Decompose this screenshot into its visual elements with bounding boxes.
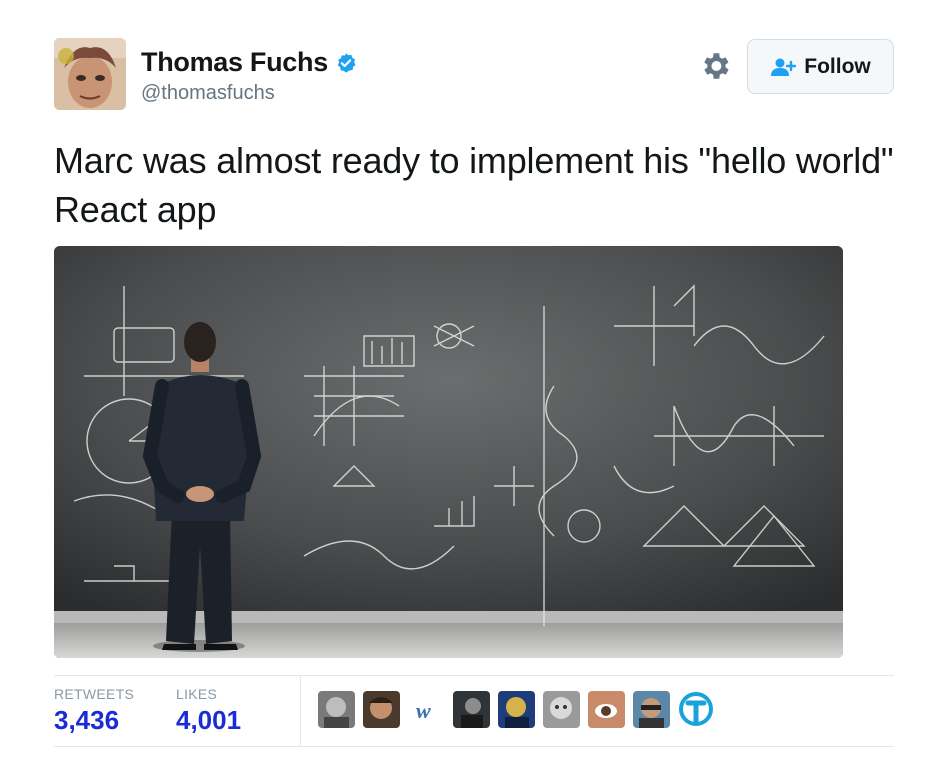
liker-avatar[interactable] bbox=[678, 690, 715, 728]
author-avatar[interactable] bbox=[54, 38, 126, 110]
svg-text:w: w bbox=[416, 698, 431, 723]
tweet-text: Marc was almost ready to implement his "… bbox=[54, 140, 894, 230]
follow-button[interactable]: Follow bbox=[747, 39, 894, 94]
author-handle[interactable]: @thomasfuchs bbox=[141, 82, 275, 105]
liker-avatar[interactable] bbox=[633, 690, 670, 728]
likes-count[interactable]: 4,001 bbox=[176, 705, 241, 736]
liker-avatars: w bbox=[318, 690, 715, 728]
author-name-row[interactable]: Thomas Fuchs bbox=[141, 47, 357, 78]
liker-avatar[interactable] bbox=[363, 690, 400, 728]
liker-avatar[interactable]: w bbox=[408, 690, 445, 728]
gear-icon[interactable] bbox=[698, 49, 732, 83]
stats-bottom-divider bbox=[54, 746, 894, 747]
liker-avatar[interactable] bbox=[588, 690, 625, 728]
follow-label: Follow bbox=[804, 54, 871, 78]
tweet-photo[interactable] bbox=[54, 246, 843, 658]
add-user-icon bbox=[771, 58, 797, 76]
verified-badge-icon bbox=[337, 52, 356, 73]
author-name[interactable]: Thomas Fuchs bbox=[141, 47, 328, 78]
liker-avatar[interactable] bbox=[318, 690, 355, 728]
retweets-label[interactable]: RETWEETS bbox=[54, 686, 134, 702]
retweets-count[interactable]: 3,436 bbox=[54, 705, 119, 736]
liker-avatar[interactable] bbox=[543, 690, 580, 728]
liker-avatar[interactable] bbox=[498, 690, 535, 728]
stats-top-divider bbox=[54, 675, 894, 676]
likes-label[interactable]: LIKES bbox=[176, 686, 217, 702]
stats-separator bbox=[300, 676, 301, 746]
liker-avatar[interactable] bbox=[453, 690, 490, 728]
